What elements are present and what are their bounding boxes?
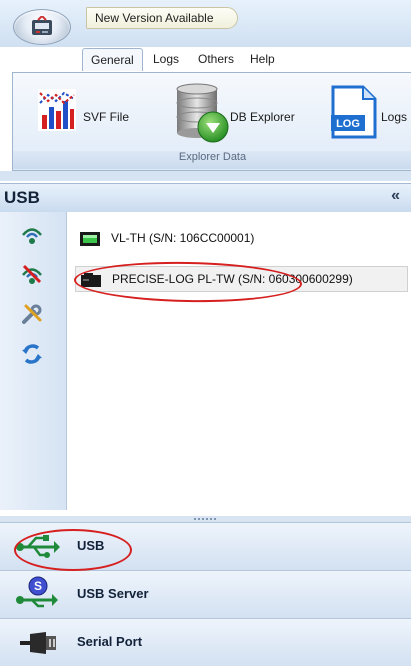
logger-device-icon [81, 273, 101, 287]
title-bar: New Version Available [0, 0, 411, 47]
ribbon-panel: SVF File DB Explorer LOG Logs Explorer D… [12, 72, 411, 171]
tools-button[interactable] [20, 302, 44, 326]
nav-usb[interactable]: USB [0, 522, 411, 570]
chart-icon [38, 89, 76, 131]
nav-serial-port-label: Serial Port [77, 634, 143, 649]
tab-others[interactable]: Others [190, 48, 242, 71]
tab-general[interactable]: General [82, 48, 143, 71]
usb-icon [16, 535, 60, 558]
db-explorer-button[interactable]: DB Explorer [171, 83, 296, 149]
explorer-data-group-label: Explorer Data [13, 151, 411, 169]
tab-help[interactable]: Help [242, 48, 283, 71]
db-explorer-label: DB Explorer [230, 110, 295, 124]
device-row-precise-log[interactable]: PRECISE-LOG PL-TW (S/N: 060300600299) [75, 266, 408, 292]
usb-connect-button[interactable] [20, 222, 44, 246]
device-list: VL-TH (S/N: 106CC00001) PRECISE-LOG PL-T… [66, 212, 411, 510]
collapse-pane-button[interactable]: « [391, 187, 400, 205]
tab-logs[interactable]: Logs [145, 48, 187, 71]
nav-usb-server[interactable]: S USB Server [0, 570, 411, 618]
nav-serial-port[interactable]: Serial Port [0, 618, 411, 666]
svg-text:LOG: LOG [336, 118, 360, 130]
ribbon-divider [0, 171, 411, 181]
action-rail [0, 212, 66, 510]
tools-icon [22, 304, 42, 324]
nav-usb-label: USB [77, 538, 105, 553]
navigation-panel: USB S USB Server Serial Port [0, 522, 411, 666]
device-row-vl-th[interactable]: VL-TH (S/N: 106CC00001) [75, 226, 375, 252]
usb-disconnect-icon [22, 264, 42, 284]
svf-file-label: SVF File [83, 110, 130, 124]
refresh-icon [22, 344, 42, 364]
device-label: PRECISE-LOG PL-TW (S/N: 060300600299) [112, 272, 353, 286]
new-version-label: New Version Available [95, 11, 214, 25]
pane-title: USB [4, 188, 40, 207]
usb-server-icon: S [16, 576, 58, 608]
serial-port-icon [20, 632, 56, 654]
logger-device-icon [80, 232, 100, 246]
device-label: VL-TH (S/N: 106CC00001) [111, 231, 255, 245]
new-version-notice[interactable]: New Version Available [86, 7, 238, 29]
app-logo-icon [32, 16, 52, 35]
usb-disconnect-button[interactable] [20, 262, 44, 286]
database-icon [176, 83, 229, 143]
logs-label: Logs [381, 110, 408, 124]
app-menu-button[interactable] [13, 9, 71, 45]
refresh-button[interactable] [20, 342, 44, 366]
logs-button[interactable]: LOG Logs [331, 83, 411, 149]
svf-file-button[interactable]: SVF File [38, 83, 143, 149]
svg-text:S: S [34, 579, 42, 593]
log-file-icon: LOG [331, 85, 377, 139]
nav-usb-server-label: USB Server [77, 586, 149, 601]
usb-connect-icon [22, 228, 42, 244]
pane-header: USB « [0, 183, 411, 213]
